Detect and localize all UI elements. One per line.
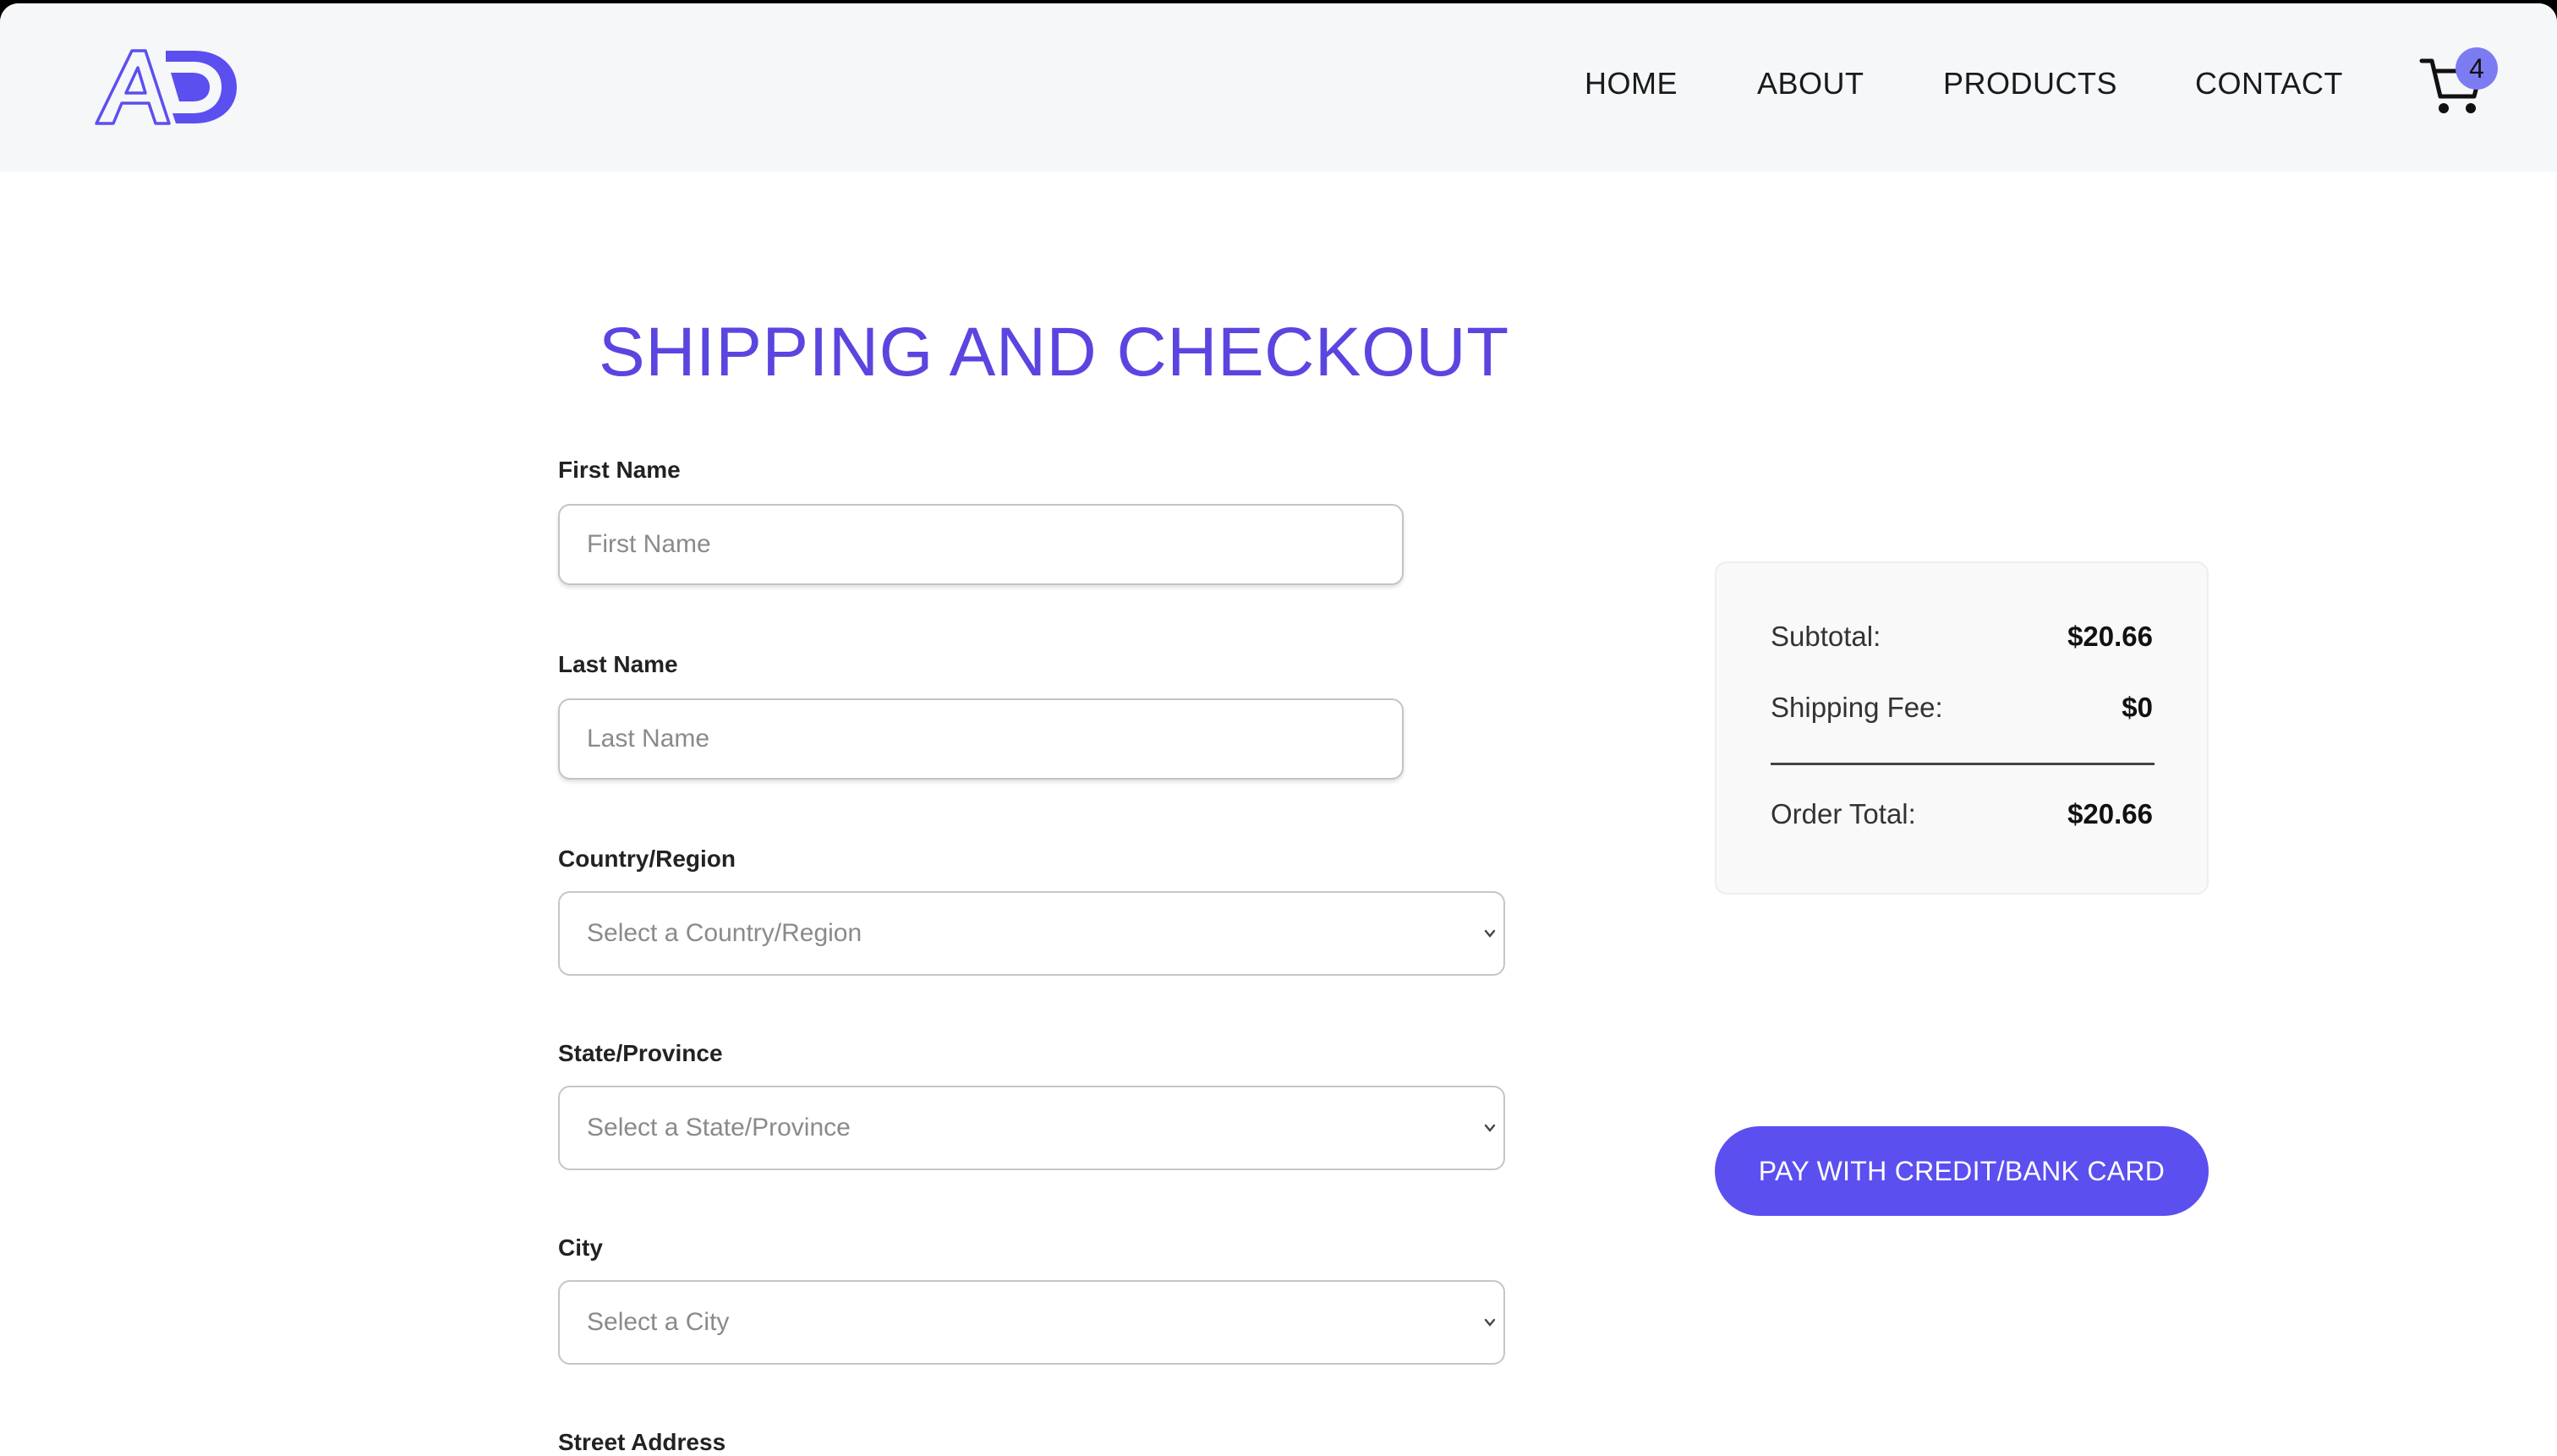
order-total-label: Order Total:: [1771, 798, 1916, 829]
city-label: City: [558, 1234, 603, 1261]
country-label: Country/Region: [558, 846, 736, 872]
street-address-label: Street Address: [558, 1429, 726, 1455]
state-select-value: Select a State/Province: [587, 1114, 851, 1141]
chevron-down-icon: [1484, 1124, 1496, 1132]
pay-with-card-button[interactable]: PAY WITH CREDIT/BANK CARD: [1715, 1126, 2209, 1216]
browser-viewport: HOME ABOUT PRODUCTS CONTACT 4 SHIPPING A…: [0, 3, 2557, 1456]
nav-products[interactable]: PRODUCTS: [1943, 66, 2117, 113]
last-name-label: Last Name: [558, 651, 678, 677]
chevron-down-icon: [1484, 929, 1496, 938]
city-select[interactable]: Select a City: [558, 1280, 1505, 1365]
nav-about[interactable]: ABOUT: [1757, 66, 1864, 113]
nav-home[interactable]: HOME: [1585, 66, 1678, 113]
nav-contact[interactable]: CONTACT: [2195, 66, 2343, 113]
shipping-fee-label: Shipping Fee:: [1771, 692, 1943, 723]
country-select[interactable]: Select a Country/Region: [558, 891, 1505, 976]
subtotal-value: $20.66: [2067, 621, 2153, 652]
last-name-input[interactable]: [558, 698, 1404, 780]
order-total-value: $20.66: [2067, 798, 2153, 829]
first-name-label: First Name: [558, 457, 681, 483]
chevron-down-icon: [1484, 1318, 1496, 1327]
first-name-input[interactable]: [558, 504, 1404, 585]
site-header: HOME ABOUT PRODUCTS CONTACT 4: [0, 3, 2557, 172]
subtotal-label: Subtotal:: [1771, 621, 1881, 652]
state-select[interactable]: Select a State/Province: [558, 1086, 1505, 1170]
cart-count-badge: 4: [2456, 47, 2498, 90]
brand-logo[interactable]: [95, 47, 238, 127]
state-label: State/Province: [558, 1040, 723, 1066]
city-select-value: Select a City: [587, 1308, 730, 1336]
shipping-fee-value: $0: [2122, 692, 2153, 723]
order-summary: Subtotal: $20.66 Shipping Fee: $0 Order …: [1715, 561, 2209, 895]
page-title: SHIPPING AND CHECKOUT: [599, 314, 1509, 391]
country-select-value: Select a Country/Region: [587, 919, 862, 947]
summary-divider: [1771, 763, 2155, 765]
